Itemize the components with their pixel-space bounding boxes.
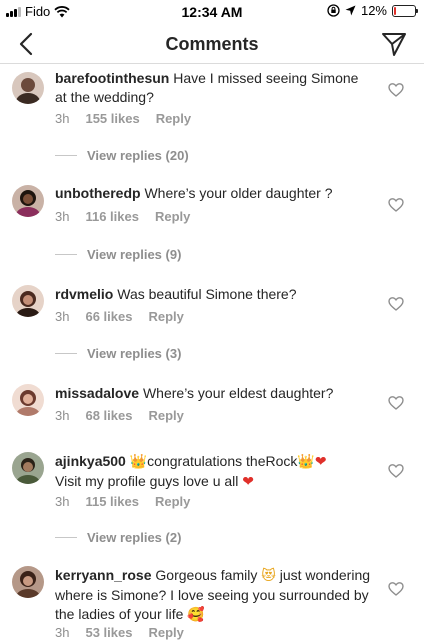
comment-message-continued: Visit my profile guys love u all [55,473,239,489]
divider-line [55,254,77,255]
comment-username[interactable]: kerryann_rose [55,567,152,583]
avatar[interactable] [12,72,44,104]
comment-text: unbotheredp Where’s your older daughter … [55,184,372,203]
battery-level [394,6,397,15]
heart-outline-icon[interactable] [388,296,404,312]
comment-username[interactable]: missadalove [55,385,139,401]
heart-emoji: ❤ [314,454,327,470]
avatar[interactable] [12,566,44,598]
heart-eyes-cat-emoji: 😻 [261,568,276,584]
comment-username[interactable]: ajinkya500 [55,453,126,469]
comment-text: rdvmelio Was beautiful Simone there? [55,285,372,304]
comment-time: 3h [55,494,70,509]
crown-emoji: 👑 [129,454,148,470]
status-bar: Fido 12:34 AM 12% [0,0,424,24]
avatar[interactable] [12,185,44,217]
like-count[interactable]: 155 likes [85,111,139,126]
page-title: Comments [165,34,259,54]
view-replies-button[interactable]: View replies (2) [55,530,181,545]
view-replies-label: View replies (9) [87,247,182,262]
orientation-lock-icon [327,4,340,17]
heart-outline-icon[interactable] [388,581,404,597]
crown-emoji: 👑 [297,454,315,470]
view-replies-label: View replies (2) [87,530,182,545]
comment-time: 3h [55,625,70,640]
heart-outline-icon[interactable] [388,197,404,213]
reply-button[interactable]: Reply [148,309,183,324]
comment-meta: 3h 53 likes Reply [55,625,184,640]
status-right: 12% [327,3,418,18]
reply-button[interactable]: Reply [156,111,191,126]
comment-time: 3h [55,209,70,224]
comment-message: Gorgeous family [155,567,258,583]
location-arrow-icon [345,5,356,16]
comment-time: 3h [55,408,70,423]
like-count[interactable]: 66 likes [85,309,132,324]
comment-message: Where’s your older daughter ? [144,185,333,201]
reply-button[interactable]: Reply [155,494,190,509]
comment-meta: 3h 155 likes Reply [55,111,191,126]
like-count[interactable]: 116 likes [85,209,139,224]
comment-time: 3h [55,309,70,324]
view-replies-label: View replies (20) [87,148,189,163]
reply-button[interactable]: Reply [148,408,183,423]
like-count[interactable]: 53 likes [85,625,132,640]
avatar[interactable] [12,384,44,416]
divider-line [55,353,77,354]
heart-emoji: ❤ [242,474,254,490]
view-replies-button[interactable]: View replies (9) [55,247,181,262]
reply-button[interactable]: Reply [155,209,190,224]
direct-send-icon[interactable] [380,30,408,58]
battery-icon [392,4,418,17]
divider-line [55,155,77,156]
comment-username[interactable]: unbotheredp [55,185,141,201]
heart-outline-icon[interactable] [388,82,404,98]
view-replies-button[interactable]: View replies (3) [55,346,181,361]
comment-meta: 3h 116 likes Reply [55,209,190,224]
comment-message: Where’s your eldest daughter? [142,385,334,401]
comment-meta: 3h 115 likes Reply [55,494,190,509]
comment-text: missadalove Where’s your eldest daughter… [55,384,372,403]
view-replies-button[interactable]: View replies (20) [55,148,189,163]
avatar[interactable] [12,452,44,484]
comment-message: congratulations theRock [147,453,298,469]
view-replies-label: View replies (3) [87,346,182,361]
comment-time: 3h [55,111,70,126]
comment-message: Was beautiful Simone there? [117,286,297,302]
comment-text: ajinkya500 👑congratulations theRock👑❤ Vi… [55,452,372,492]
heart-outline-icon[interactable] [388,395,404,411]
reply-button[interactable]: Reply [148,625,183,640]
like-count[interactable]: 115 likes [85,494,139,509]
navigation-bar: Comments [0,24,424,64]
avatar[interactable] [12,285,44,317]
comment-text: barefootinthesun Have I missed seeing Si… [55,69,372,107]
battery-percent: 12% [360,3,387,18]
comment-meta: 3h 66 likes Reply [55,309,184,324]
like-count[interactable]: 68 likes [85,408,132,423]
smiling-face-hearts-emoji: 🥰 [187,607,205,623]
divider-line [55,537,77,538]
heart-outline-icon[interactable] [388,463,404,479]
comment-username[interactable]: rdvmelio [55,286,113,302]
comment-meta: 3h 68 likes Reply [55,408,184,423]
comment-text: kerryann_rose Gorgeous family 😻 just won… [55,566,372,625]
comment-username[interactable]: barefootinthesun [55,70,169,86]
